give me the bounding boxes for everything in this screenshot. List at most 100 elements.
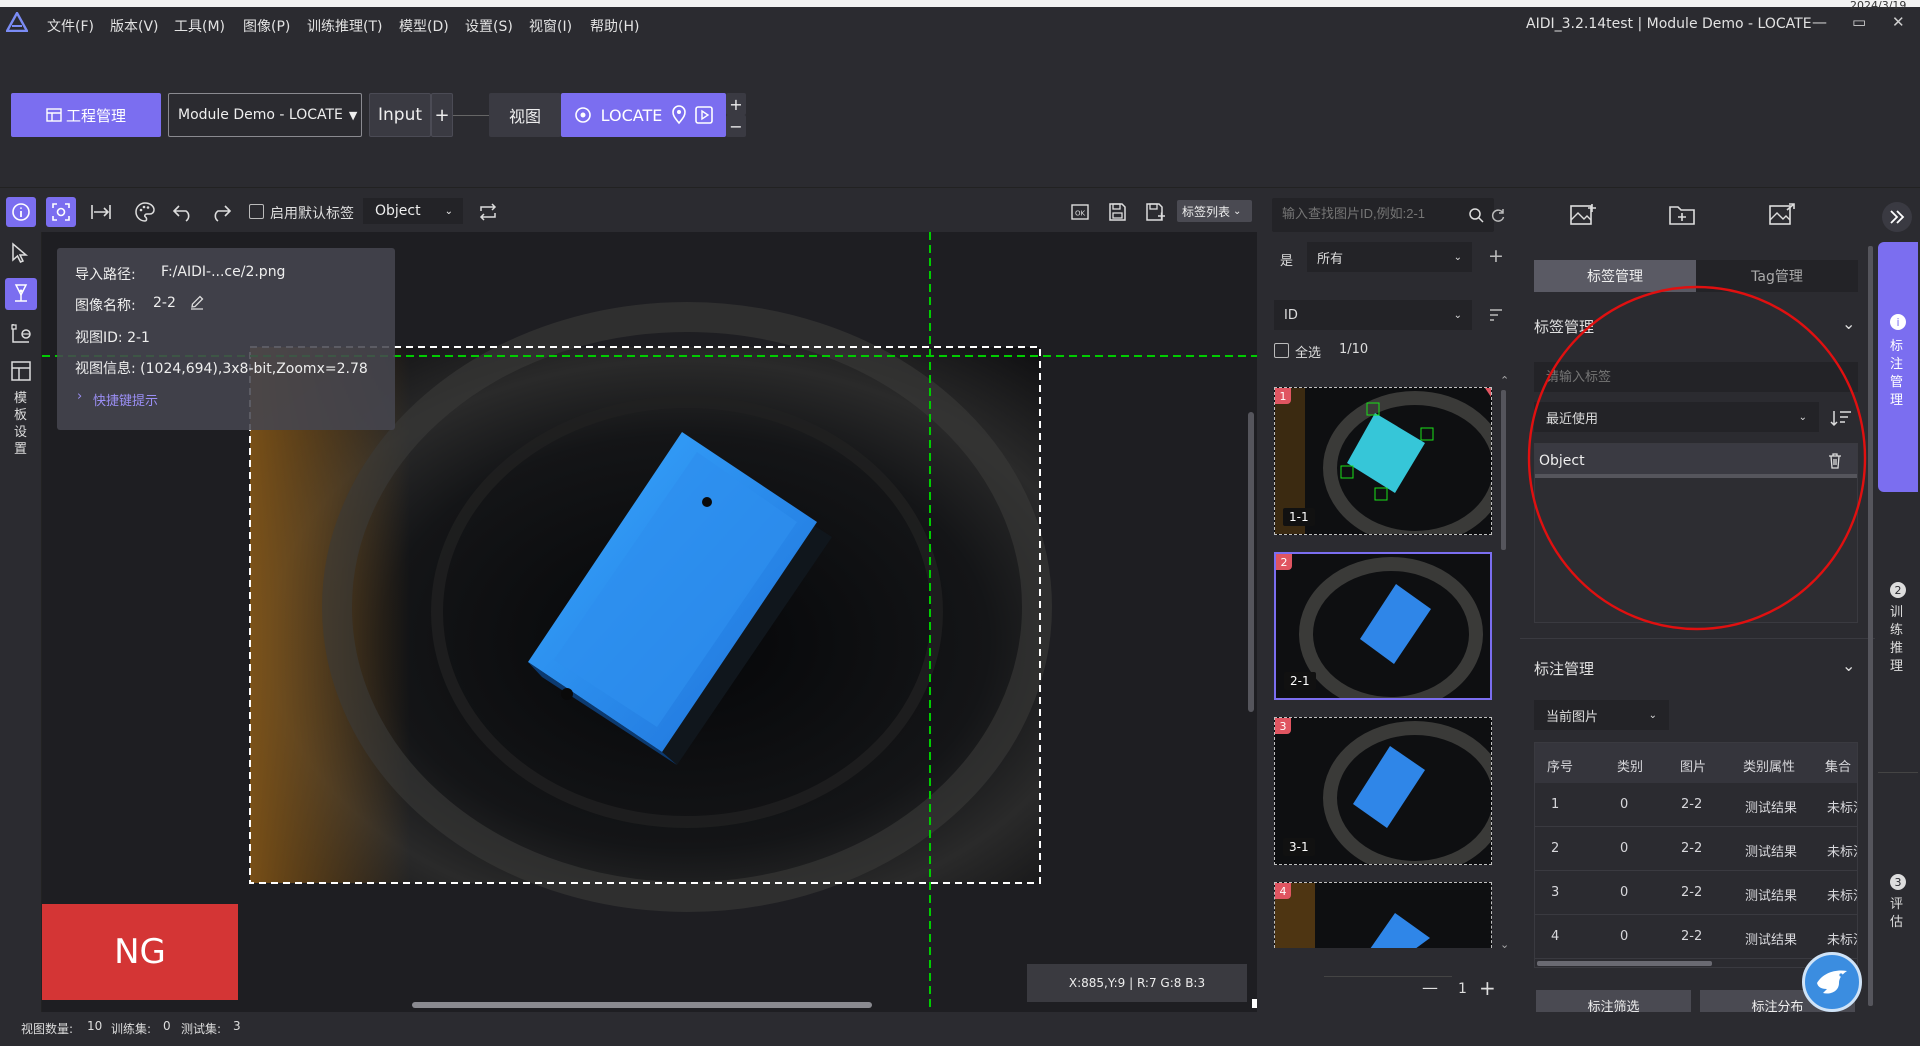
- map-pin-icon[interactable]: [670, 105, 688, 125]
- run-icon[interactable]: [694, 105, 714, 125]
- annotation-scope-select[interactable]: 当前图片 ⌄: [1534, 700, 1669, 730]
- add-image-icon[interactable]: [1569, 202, 1597, 228]
- table-row[interactable]: 3 0 2-2 测试结果 未标注: [1535, 871, 1857, 915]
- test-count-key: 测试集:: [181, 1022, 222, 1036]
- menu-version[interactable]: 版本(V): [110, 16, 159, 36]
- cell-image: 2-2: [1681, 841, 1703, 856]
- select-all-checkbox[interactable]: [1274, 343, 1289, 358]
- collapse-node-button[interactable]: −: [726, 115, 746, 137]
- save-as-button[interactable]: [1140, 197, 1170, 227]
- horizontal-scrollbar[interactable]: [412, 1002, 872, 1008]
- expand-node-button[interactable]: +: [726, 93, 746, 115]
- label-select-value: Object: [375, 203, 421, 219]
- locate-node[interactable]: LOCATE: [561, 93, 726, 137]
- svg-text:OK: OK: [1075, 210, 1086, 218]
- locate-node-label: LOCATE: [600, 105, 663, 125]
- table-row[interactable]: 2 0 2-2 测试结果 未标注: [1535, 827, 1857, 871]
- scroll-top-icon[interactable]: ⌃: [1500, 374, 1509, 387]
- info-tool-button[interactable]: [6, 197, 36, 227]
- assistant-bird-button[interactable]: [1802, 952, 1862, 1012]
- view-node[interactable]: 视图: [489, 93, 561, 137]
- minimize-button[interactable]: —: [1812, 13, 1827, 31]
- menu-train-infer[interactable]: 训练推理(T): [307, 16, 382, 36]
- image-name-value: 2-2: [153, 295, 176, 311]
- table-row[interactable]: 4 0 2-2 测试结果 未标注: [1535, 915, 1857, 959]
- project-manage-label: 工程管理: [65, 106, 126, 125]
- fit-width-button[interactable]: [86, 197, 116, 227]
- vertical-scrollbar[interactable]: [1248, 412, 1254, 712]
- thumbnail-3[interactable]: 3 3-1: [1274, 717, 1492, 865]
- chevron-down-icon[interactable]: ⌄: [1842, 656, 1855, 675]
- menu-settings[interactable]: 设置(S): [465, 16, 513, 36]
- maximize-button[interactable]: ▭: [1852, 13, 1866, 31]
- ok-button[interactable]: OK: [1065, 197, 1095, 227]
- scroll-bottom-icon[interactable]: ⌄: [1500, 938, 1509, 951]
- add-filter-button[interactable]: +: [1488, 245, 1504, 267]
- label-list-button[interactable]: 标签列表 ⌄: [1177, 200, 1252, 222]
- thumbnail-2[interactable]: 2 2-1: [1274, 552, 1492, 700]
- thumb-scrollbar[interactable]: [1501, 390, 1506, 550]
- sort-select[interactable]: ID ⌄: [1274, 300, 1472, 330]
- pager-prev-button[interactable]: —: [1422, 978, 1438, 997]
- add-node-button[interactable]: +: [431, 93, 453, 137]
- rail-step-evaluate[interactable]: 3 评估: [1878, 874, 1918, 954]
- image-canvas[interactable]: 导入路径: F:/AIDI-...ce/2.png 图像名称: 2-2 视图ID…: [42, 232, 1257, 1012]
- add-folder-icon[interactable]: [1668, 202, 1696, 228]
- export-image-icon[interactable]: [1768, 202, 1796, 228]
- menu-model[interactable]: 模型(D): [399, 16, 449, 36]
- undo-button[interactable]: [168, 197, 198, 227]
- default-label-checkbox[interactable]: [249, 204, 264, 219]
- fit-view-button[interactable]: [46, 197, 76, 227]
- sort-order-icon[interactable]: [1488, 307, 1504, 323]
- pager-next-button[interactable]: +: [1479, 976, 1496, 1000]
- close-button[interactable]: ✕: [1892, 13, 1905, 31]
- redo-button[interactable]: [206, 197, 236, 227]
- edit-icon[interactable]: [189, 294, 205, 310]
- save-button[interactable]: [1102, 197, 1132, 227]
- search-icon[interactable]: [1468, 207, 1484, 223]
- menu-window[interactable]: 视窗(I): [529, 16, 572, 36]
- input-node[interactable]: Input: [369, 93, 431, 137]
- pager-page[interactable]: 1: [1458, 981, 1467, 997]
- rail-step-train[interactable]: 2 训练推理: [1878, 582, 1918, 772]
- template-settings-tool[interactable]: [9, 360, 33, 382]
- color-button[interactable]: [130, 197, 160, 227]
- default-label-text: 启用默认标签: [270, 206, 354, 222]
- table-row[interactable]: 1 0 2-2 测试结果 未标注: [1535, 783, 1857, 827]
- menu-image[interactable]: 图像(P): [243, 16, 290, 36]
- table-scrollbar[interactable]: [1537, 961, 1712, 966]
- thumbnail-1[interactable]: 1 1-1: [1274, 387, 1492, 535]
- chevron-down-icon: ⌄: [1453, 251, 1462, 263]
- cell-index: 1: [1551, 797, 1560, 812]
- test-count-value: 3: [233, 1019, 241, 1033]
- select-all-label: 全选: [1295, 346, 1322, 361]
- menu-file[interactable]: 文件(F): [47, 16, 94, 36]
- rail-step-annotate[interactable]: i 标注管理: [1878, 242, 1918, 492]
- label-select[interactable]: Object ⌄: [363, 198, 463, 224]
- switch-button[interactable]: [473, 197, 503, 227]
- import-path-value: F:/AIDI-...ce/2.png: [161, 264, 286, 280]
- filter-select[interactable]: 所有 ⌄: [1307, 242, 1472, 272]
- locate-tool[interactable]: [5, 278, 37, 310]
- refresh-icon[interactable]: [1490, 207, 1506, 223]
- collapse-panel-button[interactable]: [1882, 202, 1912, 232]
- select-tool[interactable]: [9, 242, 31, 264]
- menu-tools[interactable]: 工具(M): [174, 16, 225, 36]
- module-select[interactable]: Module Demo - LOCATE ▼: [168, 93, 362, 137]
- title-bar: 文件(F) 版本(V) 工具(M) 图像(P) 训练推理(T) 模型(D) 设置…: [0, 0, 1920, 38]
- left-tool-rail: 模板设置: [0, 232, 42, 1012]
- project-manage-button[interactable]: 工程管理: [11, 93, 161, 137]
- rect-tool[interactable]: [9, 322, 33, 346]
- project-icon: [46, 108, 62, 122]
- app-logo-icon: [6, 12, 28, 32]
- thumbnail-4[interactable]: 4: [1274, 882, 1492, 948]
- bird-icon: [1817, 970, 1847, 994]
- pixel-readout: X:885,Y:9 | R:7 G:8 B:3: [1027, 964, 1247, 1002]
- step-label: 标注管理: [1890, 339, 1904, 408]
- image-search-input[interactable]: [1272, 198, 1494, 232]
- image-search-field[interactable]: [1282, 206, 1457, 221]
- shortcut-hint-link[interactable]: 快捷键提示: [93, 390, 158, 409]
- import-path-key: 导入路径:: [75, 267, 136, 283]
- sort-select-value: ID: [1284, 307, 1298, 323]
- menu-help[interactable]: 帮助(H): [590, 16, 639, 36]
